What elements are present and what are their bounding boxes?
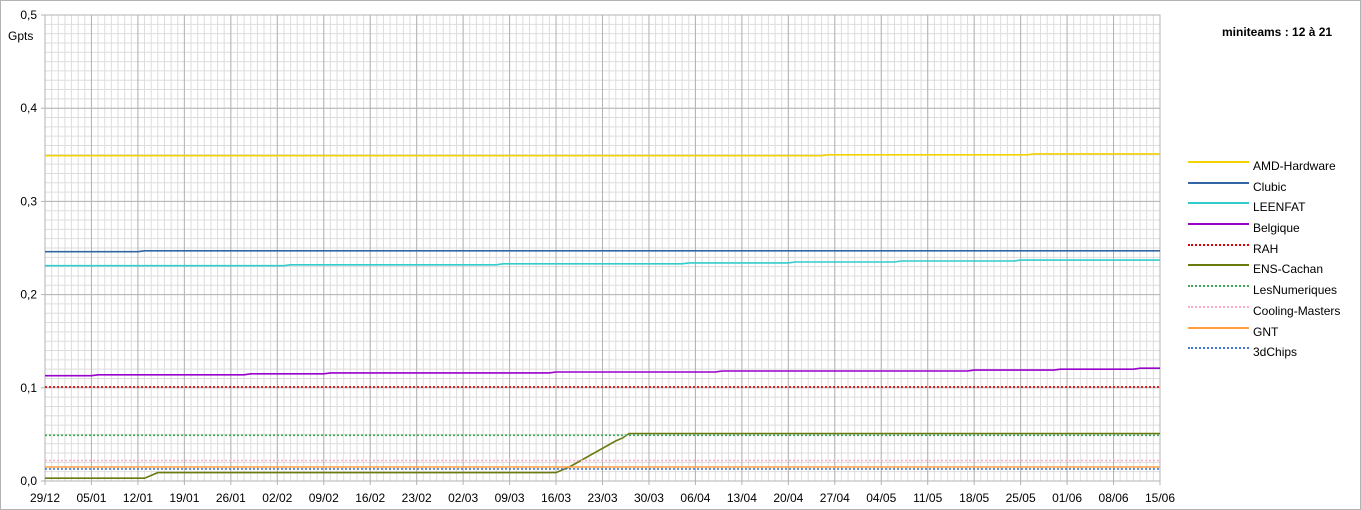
legend-label: Cooling-Masters <box>1253 303 1341 318</box>
y-tick-label: 0,5 <box>20 8 37 22</box>
legend-item: Clubic <box>1188 177 1358 198</box>
legend-label: AMD-Hardware <box>1253 159 1336 173</box>
x-tick-label: 06/04 <box>680 491 710 505</box>
x-tick-label: 16/03 <box>541 491 571 505</box>
legend-item: RAH <box>1188 239 1358 260</box>
legend-swatch <box>1188 181 1249 184</box>
legend-item: Belgique <box>1188 218 1358 239</box>
legend-label: ENS-Cachan <box>1253 262 1324 277</box>
x-tick-label: 27/04 <box>820 491 850 505</box>
legend-swatch <box>1188 305 1249 308</box>
legend-label: Clubic <box>1253 179 1287 194</box>
x-tick-label: 19/01 <box>169 491 199 505</box>
legend-swatch <box>1188 161 1249 163</box>
legend-swatch <box>1188 326 1249 329</box>
legend-swatch <box>1188 285 1249 288</box>
legend-label: Belgique <box>1253 221 1300 236</box>
x-tick-label: 02/03 <box>448 491 478 505</box>
x-tick-label: 02/02 <box>262 491 292 505</box>
legend-item: Cooling-Masters <box>1188 301 1358 322</box>
y-tick-label: 0,2 <box>20 288 37 302</box>
legend-item: ENS-Cachan <box>1188 259 1358 280</box>
y-tick-label: 0,1 <box>20 381 37 395</box>
legend-label: GNT <box>1253 324 1279 339</box>
x-tick-label: 23/02 <box>402 491 432 505</box>
x-tick-label: 12/01 <box>123 491 153 505</box>
x-tick-label: 08/06 <box>1099 491 1129 505</box>
x-tick-label: 16/02 <box>355 491 385 505</box>
x-tick-label: 15/06 <box>1145 491 1175 505</box>
y-axis-unit-label: Gpts <box>8 29 34 43</box>
y-tick-label: 0,4 <box>20 101 37 115</box>
legend-label: 3dChips <box>1253 345 1298 360</box>
legend-swatch <box>1188 347 1249 350</box>
x-tick-label: 05/01 <box>76 491 106 505</box>
legend-swatch <box>1188 223 1249 226</box>
legend-swatch <box>1188 264 1249 267</box>
legend-swatch <box>1188 202 1249 205</box>
series-line-clubic <box>45 250 1160 253</box>
y-tick-label: 0,3 <box>20 194 37 208</box>
x-tick-label: 25/05 <box>1006 491 1036 505</box>
legend-label: RAH <box>1253 241 1279 256</box>
x-tick-label: 09/03 <box>495 491 525 505</box>
x-tick-label: 04/05 <box>866 491 896 505</box>
legend-item: LEENFAT <box>1188 197 1358 218</box>
legend-item: LesNumeriques <box>1188 280 1358 301</box>
legend-item: 3dChips <box>1188 342 1358 363</box>
x-tick-label: 23/03 <box>587 491 617 505</box>
x-tick-label: 20/04 <box>773 491 803 505</box>
legend-label: LesNumeriques <box>1253 283 1338 298</box>
y-tick-label: 0,0 <box>20 474 37 488</box>
legend: AMD-Hardware Clubic LEENFAT Belgique RAH ENS-… <box>1188 156 1358 363</box>
legend-item: AMD-Hardware <box>1188 156 1358 177</box>
x-tick-label: 26/01 <box>216 491 246 505</box>
x-tick-label: 29/12 <box>30 491 60 505</box>
x-tick-label: 30/03 <box>634 491 664 505</box>
x-tick-label: 11/05 <box>913 491 942 505</box>
legend-swatch <box>1188 243 1249 246</box>
x-tick-label: 13/04 <box>727 491 757 505</box>
chart-title: miniteams : 12 à 21 <box>1222 25 1333 39</box>
legend-item: GNT <box>1188 322 1358 343</box>
x-tick-label: 01/06 <box>1052 491 1082 505</box>
legend-label: LEENFAT <box>1253 200 1306 215</box>
line-chart: 0,0 0,1 0,2 0,3 0,4 0,5 29/12 05/01 12/01 19/01 26… <box>20 8 1175 505</box>
x-tick-label: 18/05 <box>959 491 989 505</box>
x-tick-label: 09/02 <box>309 491 339 505</box>
